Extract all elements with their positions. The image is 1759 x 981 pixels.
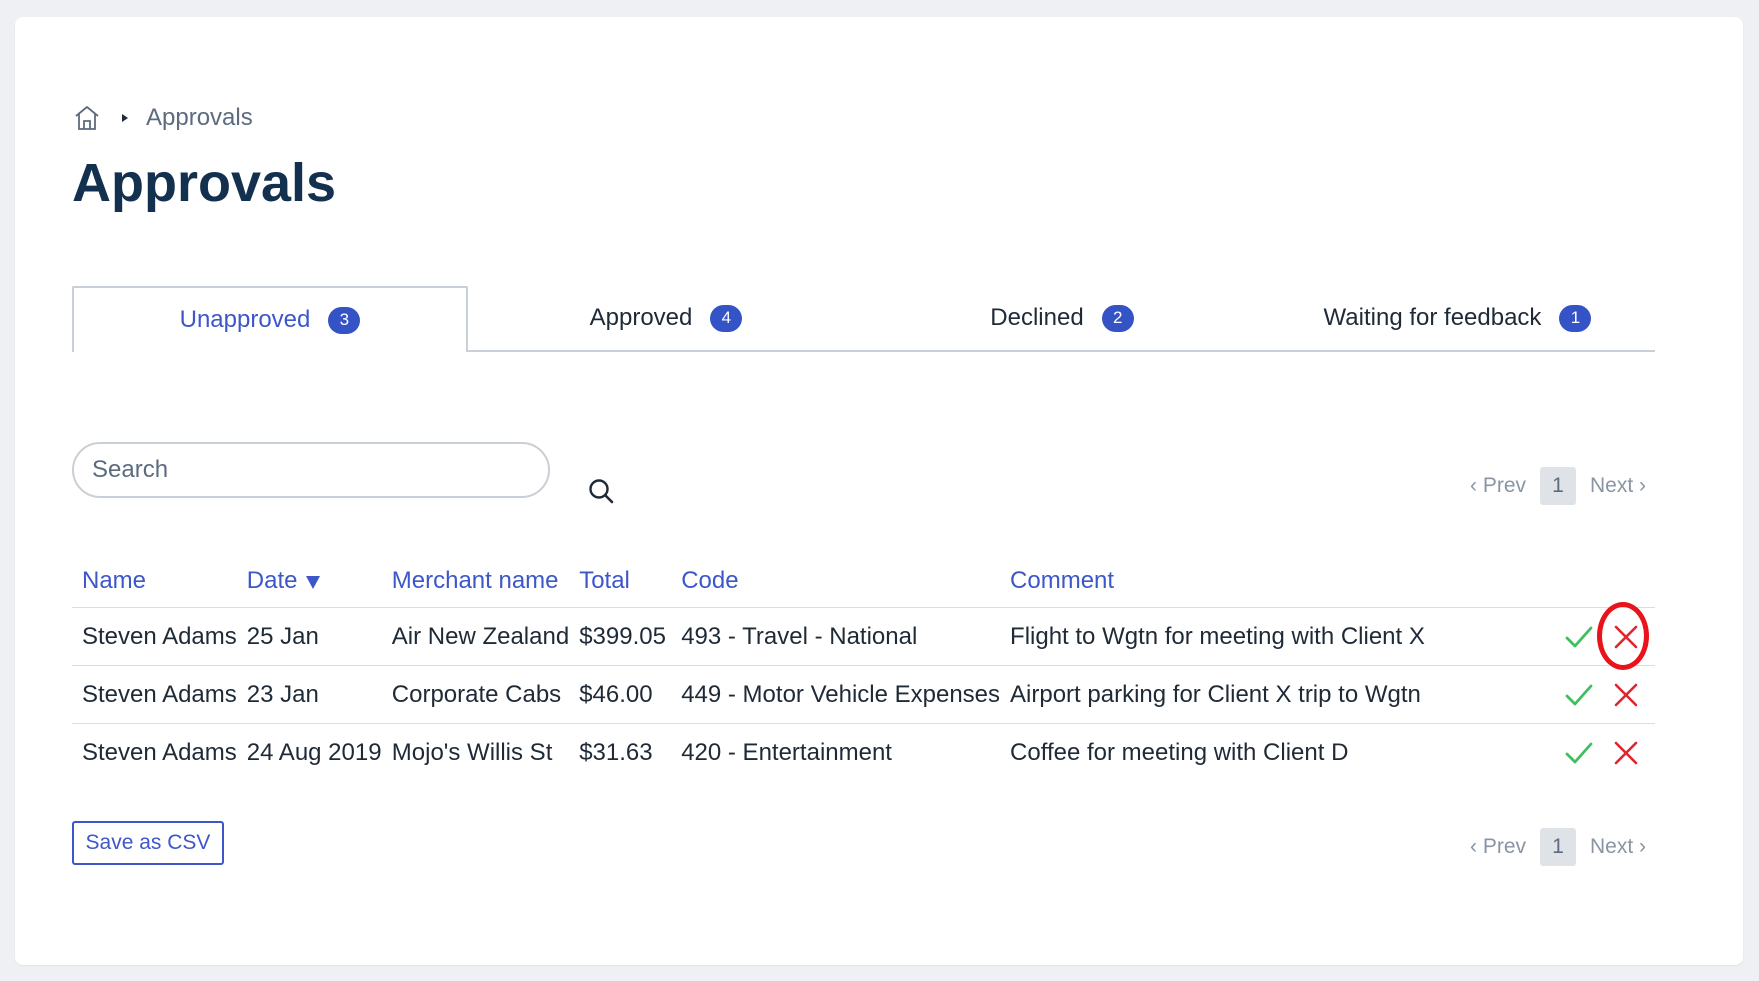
cell-merchant: Mojo's Willis St [381,723,570,781]
count-badge: 2 [1101,304,1134,332]
cell-comment: Airport parking for Client X trip to Wgt… [1000,665,1545,724]
cell-actions [1544,723,1655,781]
table-row: Steven Adams 23 Jan Corporate Cabs $46.0… [72,665,1655,724]
page-title: Approvals [72,153,337,213]
approve-check-icon[interactable] [1564,738,1594,768]
column-header-total[interactable]: Total [569,555,671,608]
cell-total: $31.63 [569,723,672,781]
approve-check-icon[interactable] [1564,680,1594,710]
table-header-row: Name Date Merchant name Total Code Comme… [72,555,1655,608]
cell-code: 493 - Travel - National [671,607,1001,666]
sort-descending-icon [306,575,321,589]
approve-check-icon[interactable] [1564,622,1594,652]
decline-x-icon[interactable] [1611,738,1641,768]
cell-name: Steven Adams [72,665,237,724]
cell-actions [1544,665,1655,724]
column-header-code[interactable]: Code [671,555,1000,608]
column-header-merchant-name[interactable]: Merchant name [382,555,569,608]
table-row: Steven Adams 25 Jan Air New Zealand $399… [72,601,1655,670]
home-icon[interactable] [72,103,102,133]
cell-date: 25 Jan [236,607,382,666]
cell-merchant: Corporate Cabs [381,665,570,724]
cell-name: Steven Adams [72,607,237,666]
count-badge: 4 [710,304,743,332]
column-header-actions [1544,555,1655,608]
prev-page-link[interactable]: ‹ Prev [1470,474,1526,498]
count-badge: 1 [1559,304,1592,332]
breadcrumb-separator-icon [122,114,128,122]
decline-action-highlighted [1597,601,1649,670]
breadcrumb: Approvals [72,103,253,133]
cell-code: 449 - Motor Vehicle Expenses [671,665,1001,724]
tab-approved[interactable]: Approved 4 [468,286,864,350]
breadcrumb-current: Approvals [146,104,253,131]
page-number-button[interactable]: 1 [1540,828,1577,866]
cell-date: 24 Aug 2019 [236,723,382,781]
next-page-link[interactable]: Next › [1590,474,1646,498]
prev-page-link[interactable]: ‹ Prev [1470,835,1526,859]
cell-total: $399.05 [569,607,672,666]
search-icon[interactable] [587,477,615,505]
tab-label: Approved [589,304,693,331]
cell-comment: Coffee for meeting with Client D [1000,723,1545,781]
tab-waiting-for-feedback[interactable]: Waiting for feedback 1 [1260,286,1655,350]
cell-name: Steven Adams [72,723,237,781]
status-tabs: Unapproved 3 Approved 4 Declined 2 Waiti… [72,286,1655,352]
next-page-link[interactable]: Next › [1590,835,1646,859]
decline-x-icon[interactable] [1611,680,1641,710]
cell-comment: Flight to Wgtn for meeting with Client X [1000,607,1545,666]
search-input[interactable] [72,442,550,498]
decline-x-icon[interactable] [1611,622,1641,652]
page-number-button[interactable]: 1 [1540,467,1577,505]
save-as-csv-button[interactable]: Save as CSV [72,821,224,865]
tab-unapproved[interactable]: Unapproved 3 [72,286,468,352]
table-row: Steven Adams 24 Aug 2019 Mojo's Willis S… [72,723,1655,781]
cell-actions [1544,601,1655,670]
column-header-name[interactable]: Name [72,555,237,608]
approvals-table: Name Date Merchant name Total Code Comme… [72,555,1655,781]
tab-label: Waiting for feedback [1323,304,1542,331]
tab-label: Declined [990,304,1084,331]
tab-declined[interactable]: Declined 2 [864,286,1260,350]
pagination-top: ‹ Prev 1 Next › [1470,467,1646,505]
column-header-date[interactable]: Date [237,555,382,608]
pagination-bottom: ‹ Prev 1 Next › [1470,828,1646,866]
cell-date: 23 Jan [236,665,382,724]
cell-merchant: Air New Zealand [381,607,570,666]
count-badge: 3 [328,306,361,334]
column-header-comment[interactable]: Comment [1000,555,1544,608]
cell-total: $46.00 [569,665,672,724]
tab-label: Unapproved [179,306,311,333]
cell-code: 420 - Entertainment [671,723,1001,781]
